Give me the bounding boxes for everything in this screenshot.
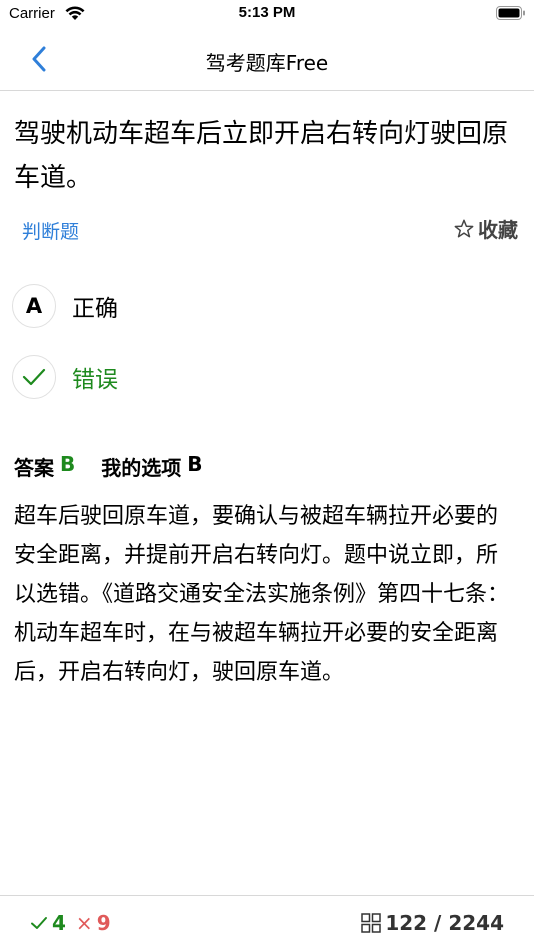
checkmark-icon: [22, 368, 46, 386]
progress-indicator[interactable]: 122 / 2244: [361, 911, 504, 935]
answer-summary: 答案 B 我的选项 B: [14, 452, 203, 481]
option-text: 错误: [72, 367, 118, 393]
clock: 5:13 PM: [238, 4, 296, 21]
wrong-icon: ×: [75, 911, 93, 935]
option-marker-correct: [12, 355, 56, 399]
status-bar: Carrier 5:13 PM: [0, 0, 534, 30]
my-choice-value: B: [187, 452, 203, 476]
grid-icon: [361, 913, 382, 933]
navigation-bar: 驾考题库Free: [0, 30, 534, 91]
favorite-button[interactable]: 收藏: [453, 214, 518, 243]
favorite-label: 收藏: [478, 218, 518, 242]
option-b[interactable]: 错误: [12, 355, 118, 399]
option-marker: A: [12, 284, 56, 328]
correct-count: 4: [52, 911, 66, 935]
answer-label: 答案: [14, 456, 54, 480]
check-icon: [31, 917, 47, 929]
score-summary: 4 × 9: [30, 911, 111, 935]
bottom-bar: 4 × 9 122 / 2244: [0, 895, 534, 951]
battery-icon: [496, 6, 525, 20]
progress-label: 122 / 2244: [385, 911, 504, 935]
star-icon: [454, 219, 474, 237]
option-a[interactable]: A 正确: [12, 284, 118, 328]
explanation-text: 超车后驶回原车道，要确认与被超车辆拉开必要的安全距离，并提前开启右转向灯。题中说…: [14, 504, 510, 685]
my-choice-label: 我的选项: [101, 456, 182, 480]
answer-value: B: [60, 452, 76, 476]
wrong-count: 9: [96, 911, 111, 935]
option-text: 正确: [72, 296, 118, 322]
question-text: 驾驶机动车超车后立即开启右转向灯驶回原车道。: [14, 119, 509, 193]
nav-title: 驾考题库Free: [205, 51, 329, 75]
question-type-label: 判断题: [22, 221, 80, 243]
